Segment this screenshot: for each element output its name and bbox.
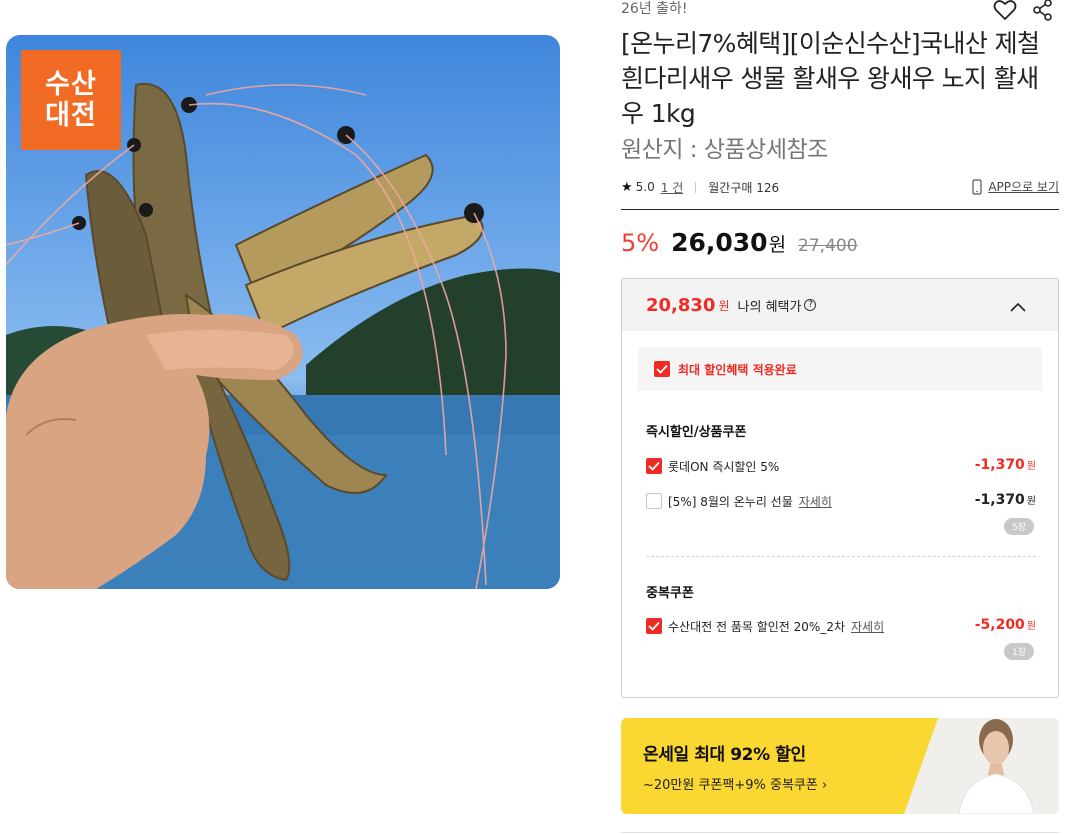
- share-button[interactable]: [1029, 0, 1057, 24]
- amount-unit: 원: [1026, 496, 1036, 507]
- discount-rate: 5%: [621, 229, 660, 257]
- shipping-note: 26년 출하!: [621, 1, 688, 17]
- coupon-row[interactable]: 롯데ON 즉시할인 5% -1,370 원: [646, 457, 1036, 475]
- max-discount-applied[interactable]: 최대 할인혜택 적용완료: [638, 347, 1042, 391]
- benefit-price: 20,830: [646, 294, 716, 316]
- share-icon: [1033, 0, 1052, 21]
- amount-unit: 원: [1026, 621, 1036, 632]
- coupon-label: 수산대전 전 품목 할인전 20%_2차: [668, 619, 846, 634]
- monthly-purchases: 월간구매 126: [708, 180, 780, 195]
- checkbox-unchecked[interactable]: [646, 493, 662, 509]
- coupon-row[interactable]: 수산대전 전 품목 할인전 20%_2차 자세히 -5,200 원: [646, 617, 1036, 635]
- coupon-label: 롯데ON 즉시할인 5%: [668, 459, 780, 474]
- banner-subtitle: ~20만원 쿠폰팩+9% 중복쿠폰 ›: [643, 778, 828, 793]
- coupon-row[interactable]: [5%] 8월의 온누리 선물 자세히 -1,370 원: [646, 492, 1036, 510]
- applied-label: 최대 할인혜택 적용완료: [678, 362, 797, 377]
- detail-link[interactable]: 자세히: [851, 618, 884, 635]
- banner-title: 온세일 최대 92% 할인: [643, 745, 806, 765]
- coupon-amount: -1,370 원: [975, 457, 1036, 473]
- amount-value: -5,200: [974, 617, 1025, 633]
- divider-line: [621, 209, 1059, 210]
- original-price: 27,400: [798, 236, 858, 256]
- sale-price: 26,030: [671, 228, 768, 257]
- coupon-count-badge: 5장: [1004, 518, 1034, 535]
- divider: [695, 181, 697, 193]
- detail-link[interactable]: 자세히: [799, 493, 832, 510]
- app-view-link[interactable]: APP으로 보기: [972, 178, 1059, 195]
- coupon-amount: -5,200 원: [975, 617, 1036, 633]
- amount-value: -1,370: [974, 457, 1025, 473]
- star-icon: ★: [621, 179, 633, 195]
- phone-icon: [972, 178, 982, 195]
- app-view-label: APP으로 보기: [988, 180, 1059, 194]
- help-icon[interactable]: ?: [804, 299, 817, 311]
- amount-value: -1,370: [974, 492, 1025, 508]
- coupon-count-badge: 1장: [1004, 643, 1034, 660]
- checkbox-checked[interactable]: [646, 458, 662, 474]
- check-icon: [654, 361, 670, 377]
- collapse-button[interactable]: [1010, 297, 1026, 316]
- currency-unit: 원: [768, 234, 787, 256]
- amount-unit: 원: [1026, 461, 1036, 472]
- benefit-box: 20,830 원 나의 혜택가 ? 최대 할인혜택 적용완료 즉시할인/상품쿠폰…: [621, 278, 1059, 698]
- review-count-link[interactable]: 1 건: [661, 179, 684, 196]
- benefit-header[interactable]: 20,830 원 나의 혜택가 ?: [622, 279, 1058, 331]
- fisheries-sale-logo: 수산 대전: [21, 50, 121, 150]
- rating-score: 5.0: [635, 180, 655, 194]
- rating-row: ★ 5.0 1 건 월간구매 126 APP으로 보기: [621, 178, 1059, 196]
- product-image[interactable]: 수산 대전: [6, 35, 560, 589]
- wishlist-button[interactable]: [991, 0, 1019, 24]
- product-title: [온누리7%혜택][이순신수산]국내산 제철 흰다리새우 생물 활새우 왕새우 …: [621, 29, 1040, 128]
- checkbox-checked[interactable]: [646, 618, 662, 634]
- benefit-label: 나의 혜택가: [737, 299, 802, 315]
- chevron-up-icon: [1010, 302, 1026, 312]
- coupon-label: [5%] 8월의 온누리 선물: [668, 494, 793, 509]
- coupon-amount: -1,370 원: [975, 492, 1036, 508]
- stack-coupon-title: 중복쿠폰: [646, 586, 694, 601]
- benefit-price-unit: 원: [718, 298, 730, 313]
- onsale-promo-banner[interactable]: 온세일 최대 92% 할인 ~20만원 쿠폰팩+9% 중복쿠폰 ›: [621, 718, 1059, 814]
- logo-line-2: 대전: [45, 100, 97, 131]
- price-row: 5% 26,030 원 27,400: [621, 228, 858, 260]
- product-origin: 원산지 : 상품상세참조: [621, 137, 828, 163]
- bottom-divider: [621, 832, 1059, 833]
- section-divider: [646, 556, 1036, 557]
- banner-model-image: [904, 718, 1059, 814]
- instant-discount-title: 즉시할인/상품쿠폰: [646, 425, 747, 440]
- heart-icon: [993, 0, 1017, 20]
- logo-line-1: 수산: [45, 69, 97, 100]
